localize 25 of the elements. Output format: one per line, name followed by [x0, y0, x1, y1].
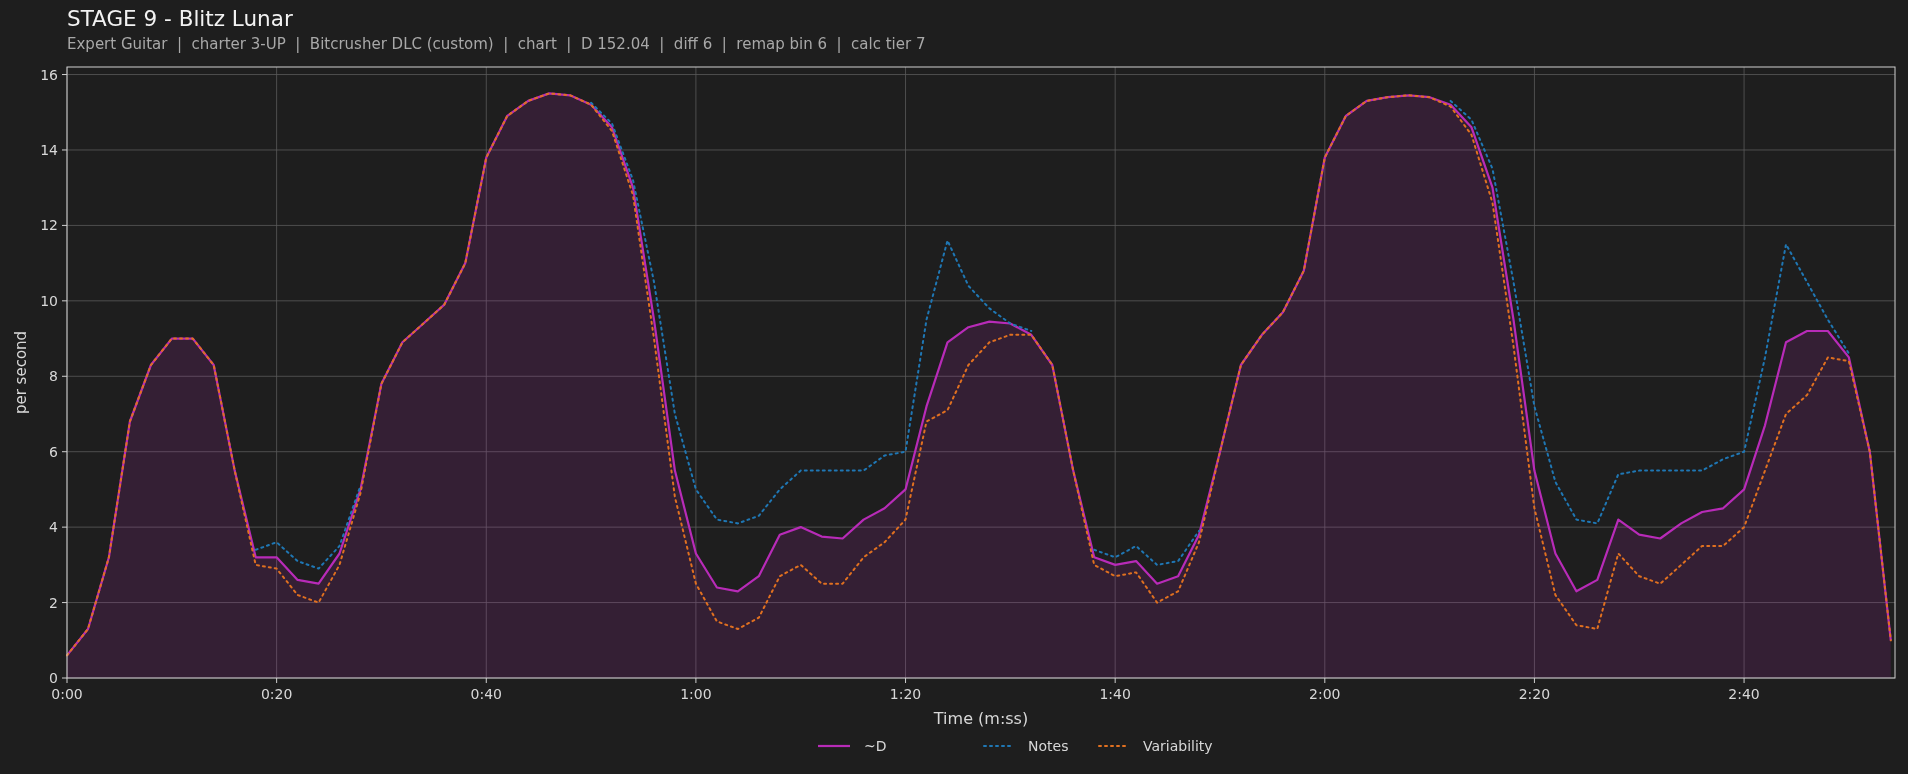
x-tick-label: 1:00	[680, 686, 712, 702]
x-axis-label: Time (m:ss)	[933, 709, 1029, 728]
x-tick-label: 0:00	[51, 686, 83, 702]
x-tick-label: 0:40	[470, 686, 502, 702]
x-tick-label: 0:20	[260, 686, 293, 702]
y-tick-label: 6	[49, 443, 58, 460]
y-tick-label: 16	[40, 66, 58, 83]
y-tick-label: 14	[40, 142, 58, 158]
y-tick-label: 0	[49, 670, 58, 686]
legend-label: Variability	[1143, 738, 1213, 754]
legend-label: ~D	[864, 738, 887, 754]
chart-subtitle: Expert Guitar | charter 3-UP | Bitcrusher DLC (custom) | chart | D 152.04 | diff 6 | remap bin 6 | calc tier 7	[67, 34, 926, 55]
y-axis-label: per second	[12, 330, 30, 415]
y-tick-label: 4	[49, 519, 58, 536]
y-tick-label: 12	[40, 217, 58, 234]
x-tick-label: 2:20	[1518, 686, 1551, 702]
chart-title: STAGE 9 - Blitz Lunar	[67, 5, 293, 33]
y-tick-label: 8	[49, 368, 58, 385]
y-tick-label: 10	[40, 292, 58, 309]
legend-label: Notes	[1028, 738, 1069, 754]
x-tick-label: 1:20	[889, 686, 922, 702]
y-tick-label: 2	[49, 594, 58, 611]
x-tick-label: 1:40	[1099, 686, 1131, 702]
x-tick-label: 2:40	[1728, 686, 1760, 702]
x-tick-label: 2:00	[1309, 686, 1341, 702]
